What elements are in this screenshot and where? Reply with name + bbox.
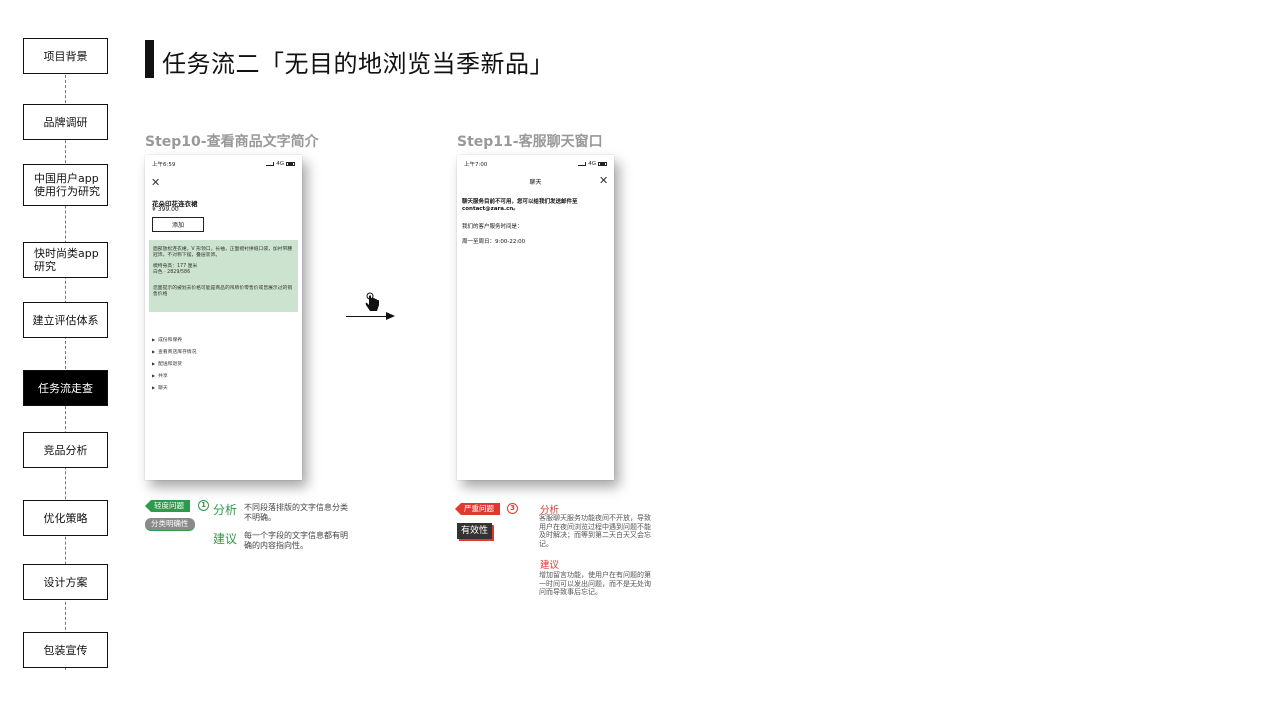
analysis-text: 不同段落排版的文字信息分类不明确。 [244,503,348,522]
status-time: 上午7:00 [464,162,488,168]
category-tag: 分类明确性 [145,518,195,530]
nav-item-optimization[interactable]: 优化策略 [23,500,108,536]
step10-title: Step10-查看商品文字简介 [145,134,319,150]
status-bar: 上午7:00 4G [464,160,607,168]
nav-item-evaluation-system[interactable]: 建立评估体系 [23,302,108,338]
nav-item-task-flow-review[interactable]: 任务流走查 [23,370,108,406]
title-accent-bar [145,40,154,78]
product-menu-list: 成份和保养 查看商店库存情况 配送和退货 共享 聊天 [152,336,196,396]
nav-item-design-solution[interactable]: 设计方案 [23,564,108,600]
nav-item-china-user-research[interactable]: 中国用户app 使用行为研究 [23,164,108,206]
color-info: 白色 · 2829/586 [153,270,191,275]
severity-tag-minor: 轻度问题 [145,500,190,512]
menu-item-stock[interactable]: 查看商店库存情况 [152,348,196,360]
severity-number: 3 [507,503,518,514]
nav-item-fast-fashion-research[interactable]: 快时尚类app 研究 [23,242,108,278]
network-label: 4G [276,161,284,167]
chat-unavailable-message: 聊天服务目前不可用，您可以给我们发送邮件至 contact@zara.cn。 [462,199,578,212]
severity-number: 1 [198,500,209,511]
analysis-label: 分析 [213,503,238,517]
arrow-right-line [346,316,386,317]
severity-tag-severe: 严重问题 [455,503,500,515]
price-note: 您面提示的被划去价格可能是商品的吊牌价零售价或曾展示过的销售价格 [153,286,293,297]
service-hours-label: 我们的客户服务时间是： [462,224,523,230]
add-button[interactable]: 添加 [152,217,204,232]
nav-item-competitor-analysis[interactable]: 竞品分析 [23,432,108,468]
menu-item-share[interactable]: 共享 [152,372,196,384]
nav-item-brand-research[interactable]: 品牌调研 [23,104,108,140]
menu-item-shipping[interactable]: 配送和退货 [152,360,196,372]
suggestion-text: 增加留言功能，使用户在有问题的第一时间可以发出问题，而不是无处询问而导致事后忘记… [539,571,651,596]
status-bar: 上午6:59 4G [152,160,295,168]
arrow-right-icon [386,312,395,320]
page-title: 任务流二「无目的地浏览当季新品」 [162,50,554,78]
suggestion-label: 建议 [213,532,238,546]
network-label: 4G [588,161,596,167]
nav-item-packaging[interactable]: 包装宣传 [23,632,108,668]
menu-item-chat[interactable]: 聊天 [152,384,196,396]
signal-icon [266,162,275,166]
status-time: 上午6:59 [152,162,176,168]
product-price: ¥ 399.00 [152,206,179,213]
close-icon[interactable]: ✕ [599,175,608,186]
chat-header-title: 聊天 [529,179,542,186]
category-tag: 有效性 [457,523,493,539]
suggestion-text: 每一个字段的文字信息都有明确的内容指向性。 [244,531,348,550]
product-description: 面部放松连衣裙，V 形领口，长袖，正面褶衬拼缝口袋，加衬带腰冠饰，不对称下摆，叠… [153,247,293,258]
suggestion-label: 建议 [540,560,560,571]
step11-title: Step11-客服聊天窗口 [457,134,603,150]
service-hours: 周一至周日：9:00-22:00 [462,239,526,245]
nav-item-background[interactable]: 项目背景 [23,38,108,74]
menu-item-composition[interactable]: 成份和保养 [152,336,196,348]
tap-hand-icon [365,292,379,311]
signal-icon [578,162,587,166]
close-icon[interactable]: ✕ [151,177,160,188]
battery-icon [598,162,607,166]
battery-icon [286,162,295,166]
step11-phone-screen: 上午7:00 4G 聊天 ✕ 聊天服务目前不可用，您可以给我们发送邮件至 con… [457,155,614,480]
analysis-text: 客服聊天服务功能夜间不开放，导致用户在夜间浏览过程中遇到问题不能及时解决；而等到… [539,514,651,548]
description-highlight-box: 面部放松连衣裙，V 形领口，长袖，正面褶衬拼缝口袋，加衬带腰冠饰，不对称下摆，叠… [149,240,298,312]
step10-phone-screen: 上午6:59 4G ✕ 花朵印花连衣裙 ¥ 399.00 添加 面部放松连衣裙，… [145,155,302,480]
